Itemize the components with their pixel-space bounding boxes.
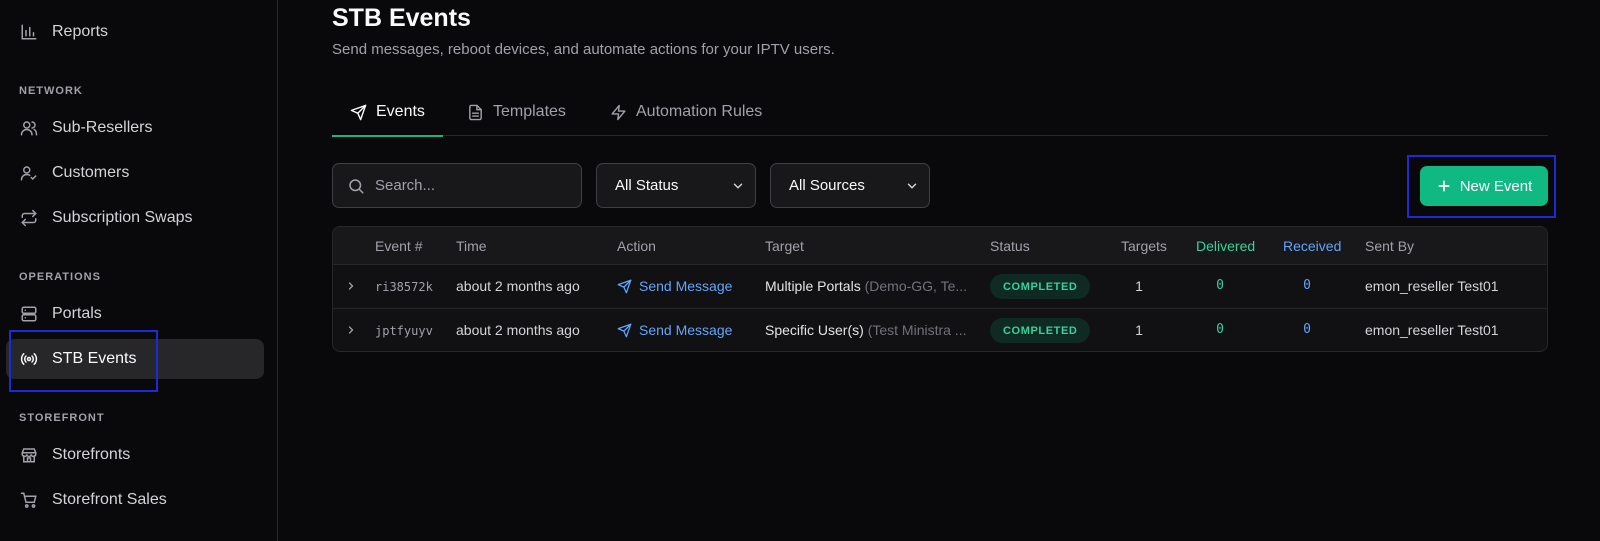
status-badge: COMPLETED: [990, 318, 1091, 343]
tab-events[interactable]: Events: [332, 88, 443, 137]
column-header-target: Target: [765, 238, 804, 254]
column-header-status: Status: [990, 238, 1030, 254]
event-action-label: Send Message: [639, 322, 733, 338]
send-icon: [617, 279, 632, 293]
sidebar-item-label: Storefront Sales: [52, 491, 167, 508]
source-filter-select[interactable]: All Sources: [770, 163, 930, 208]
event-targets: 1: [1135, 278, 1143, 294]
chevron-right-icon[interactable]: [345, 324, 357, 336]
tab-templates[interactable]: Templates: [467, 88, 566, 136]
event-delivered: 0: [1216, 322, 1224, 337]
table-row[interactable]: ri38572k about 2 months ago Send Message…: [333, 265, 1547, 309]
sidebar-item-label: Subscription Swaps: [52, 209, 193, 226]
repeat-icon: [21, 209, 37, 227]
event-time: about 2 months ago: [456, 322, 580, 338]
status-filter-select[interactable]: All Status: [596, 163, 756, 208]
status-filter-value: All Status: [615, 177, 679, 194]
event-action[interactable]: Send Message: [617, 322, 732, 338]
cart-icon: [20, 492, 37, 508]
tab-bar: Events Templates Automation Rules: [332, 88, 1548, 137]
event-id: ri38572k: [375, 280, 433, 294]
users-icon: [20, 121, 38, 136]
sidebar-item-label: Sub-Resellers: [52, 119, 153, 136]
column-header-targets: Targets: [1121, 238, 1167, 254]
event-time: about 2 months ago: [456, 278, 580, 294]
event-target-detail: (Demo-GG, Te...: [864, 278, 968, 294]
sidebar-item-stb-events[interactable]: STB Events: [6, 339, 264, 379]
event-received: 0: [1303, 322, 1311, 337]
section-label-operations: OPERATIONS: [19, 271, 101, 283]
chevron-right-icon[interactable]: [345, 280, 357, 292]
column-header-time: Time: [456, 238, 487, 254]
bar-chart-icon: [21, 24, 37, 40]
send-icon: [617, 323, 632, 337]
search-icon: [349, 178, 364, 193]
section-label-storefront: STOREFRONT: [19, 412, 105, 424]
event-action[interactable]: Send Message: [617, 278, 732, 294]
broadcast-icon: [20, 353, 38, 365]
table-header: Event # Time Action Target Status Target…: [333, 227, 1547, 265]
server-icon: [21, 306, 37, 322]
column-header-received: Received: [1283, 238, 1342, 254]
tab-label: Events: [376, 103, 425, 120]
event-delivered: 0: [1216, 278, 1224, 293]
page-title: STB Events: [332, 4, 471, 32]
sidebar-item-storefront-sales[interactable]: Storefront Sales: [6, 480, 264, 520]
source-filter-value: All Sources: [789, 177, 865, 194]
plus-icon: [1438, 180, 1450, 192]
column-header-delivered: Delivered: [1196, 238, 1256, 254]
zap-icon: [611, 104, 626, 120]
sidebar-item-reports[interactable]: Reports: [6, 12, 264, 52]
page-subtitle: Send messages, reboot devices, and autom…: [332, 41, 835, 58]
column-header-event: Event #: [375, 238, 423, 254]
tab-label: Templates: [493, 103, 566, 120]
chevron-down-icon: [733, 183, 743, 189]
event-action-label: Send Message: [639, 278, 733, 294]
status-badge: COMPLETED: [990, 274, 1091, 299]
sidebar-item-label: Reports: [52, 23, 109, 40]
column-header-sent-by: Sent By: [1365, 238, 1415, 254]
sidebar: Reports NETWORK Sub-Resellers Customers …: [0, 0, 278, 541]
event-targets: 1: [1135, 322, 1143, 338]
table-row[interactable]: jptfyuyv about 2 months ago Send Message…: [333, 309, 1547, 351]
chevron-down-icon: [907, 183, 917, 189]
search-input[interactable]: [375, 177, 565, 194]
sidebar-item-customers[interactable]: Customers: [6, 153, 264, 193]
event-target-label: Specific User(s): [765, 322, 864, 338]
column-header-action: Action: [617, 238, 656, 254]
event-target: Multiple Portals (Demo-GG, Te...: [765, 278, 975, 294]
tab-automation-rules[interactable]: Automation Rules: [610, 88, 762, 136]
new-event-label: New Event: [1459, 177, 1533, 195]
event-target-detail: (Test Ministra ...: [867, 322, 967, 338]
user-check-icon: [20, 166, 37, 181]
event-received: 0: [1303, 278, 1311, 293]
send-icon: [350, 104, 367, 120]
tab-label: Automation Rules: [636, 103, 763, 120]
event-target-label: Multiple Portals: [765, 278, 861, 294]
sidebar-item-label: STB Events: [52, 350, 137, 367]
sidebar-item-sub-resellers[interactable]: Sub-Resellers: [6, 108, 264, 148]
event-sent-by: emon_reseller Test01: [1365, 278, 1499, 294]
store-icon: [21, 448, 37, 463]
sidebar-item-subscription-swaps[interactable]: Subscription Swaps: [6, 198, 264, 238]
sidebar-item-label: Portals: [52, 305, 102, 322]
event-sent-by: emon_reseller Test01: [1365, 322, 1499, 338]
events-table: Event # Time Action Target Status Target…: [332, 226, 1548, 352]
sidebar-item-label: Customers: [52, 164, 130, 181]
file-text-icon: [469, 104, 482, 120]
event-id: jptfyuyv: [375, 324, 433, 338]
sidebar-item-storefronts[interactable]: Storefronts: [6, 435, 264, 475]
sidebar-item-portals[interactable]: Portals: [6, 294, 264, 334]
section-label-network: NETWORK: [19, 85, 83, 97]
search-box: [332, 163, 582, 208]
sidebar-item-label: Storefronts: [52, 446, 131, 463]
new-event-button[interactable]: New Event: [1420, 166, 1548, 206]
event-target: Specific User(s) (Test Ministra ...: [765, 322, 975, 338]
